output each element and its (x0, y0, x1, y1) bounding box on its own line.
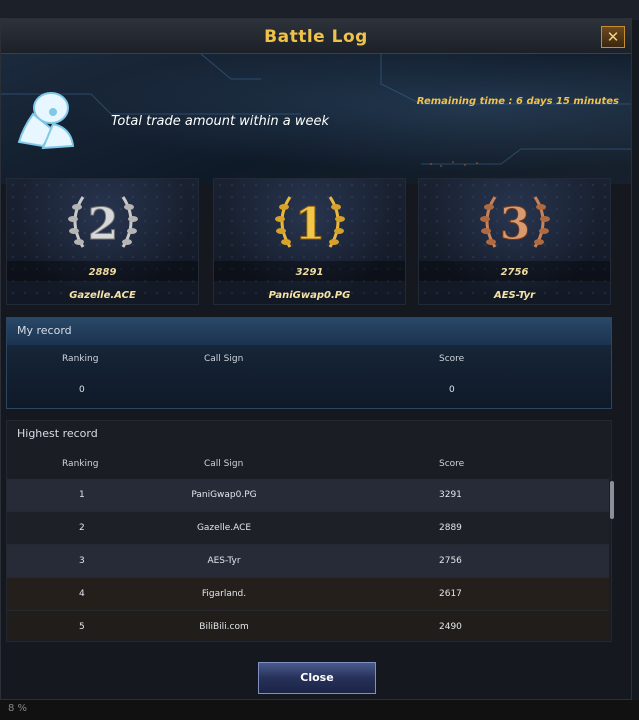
silver-laurel-icon: 2 (68, 196, 138, 251)
row-score: 2490 (439, 622, 462, 632)
battle-log-window: Battle Log ✕ Remaining time : 6 days 15 … (0, 18, 632, 700)
score-header: Score (439, 354, 465, 364)
highest-record-panel: Highest record Ranking Call Sign Score 1… (6, 420, 614, 642)
row-call-sign: BiliBili.com (199, 622, 249, 632)
my-ranking-value: 0 (79, 385, 85, 395)
bottom-status-bar: 8 % (0, 700, 639, 720)
table-row[interactable]: 4 Figarland. 2617 (7, 578, 609, 611)
status-percent: 8 % (8, 703, 28, 714)
table-row[interactable]: 3 AES-Tyr 2756 (7, 545, 609, 578)
bronze-laurel-icon: 3 (480, 196, 550, 251)
podium-score: 2756 (500, 267, 529, 278)
background-menu-bar (0, 0, 639, 20)
row-score: 2617 (439, 589, 462, 599)
my-score-value: 0 (449, 385, 455, 395)
row-score: 2889 (439, 523, 462, 533)
row-call-sign: Gazelle.ACE (196, 523, 252, 533)
row-call-sign: AES-Tyr (207, 556, 241, 566)
table-row[interactable]: 1 PaniGwap0.PG 3291 (7, 479, 609, 512)
my-record-title: My record (17, 324, 72, 337)
gold-laurel-icon: 1 (275, 196, 345, 251)
title-bar: Battle Log ✕ (1, 19, 631, 54)
podium-card-second: 2 2889 Gazelle.ACE (6, 178, 199, 305)
podium-score: 3291 (295, 267, 324, 278)
pilot-icon (17, 92, 75, 150)
podium-rank-number: 2 (88, 199, 119, 250)
row-score: 2756 (439, 556, 462, 566)
call-sign-header: Call Sign (204, 354, 244, 364)
ranking-header: Ranking (62, 354, 99, 364)
window-title: Battle Log (264, 27, 368, 47)
remaining-time: Remaining time : 6 days 15 minutes (416, 96, 619, 107)
row-call-sign: PaniGwap0.PG (191, 490, 257, 500)
table-row[interactable]: 2 Gazelle.ACE 2889 (7, 512, 609, 545)
call-sign-header: Call Sign (204, 459, 244, 469)
podium-rank-number: 1 (295, 199, 326, 250)
row-call-sign: Figarland. (201, 589, 247, 599)
list-scrollbar[interactable] (610, 481, 614, 519)
table-row[interactable]: 5 BiliBili.com 2490 (7, 611, 609, 640)
podium-name: PaniGwap0.PG (268, 290, 351, 301)
close-button[interactable]: Close (258, 662, 376, 694)
score-header: Score (439, 459, 465, 469)
ranking-header: Ranking (62, 459, 99, 469)
podium-score: 2889 (88, 267, 117, 278)
podium-card-first: 1 3291 PaniGwap0.PG (213, 178, 406, 305)
ranking-list[interactable]: 1 PaniGwap0.PG 3291 2 Gazelle.ACE 2889 3… (7, 479, 609, 640)
category-label: Total trade amount within a week (111, 114, 329, 129)
podium-rank-number: 3 (500, 199, 531, 250)
podium-name: AES-Tyr (493, 290, 536, 301)
category-banner: Remaining time : 6 days 15 minutes Total… (1, 54, 631, 184)
podium-name: Gazelle.ACE (69, 290, 136, 301)
podium-card-third: 3 2756 AES-Tyr (418, 178, 611, 305)
row-score: 3291 (439, 490, 462, 500)
highest-record-title: Highest record (17, 427, 98, 440)
close-icon[interactable]: ✕ (601, 26, 625, 48)
my-record-panel: My record Ranking Call Sign Score 0 0 (6, 317, 612, 409)
